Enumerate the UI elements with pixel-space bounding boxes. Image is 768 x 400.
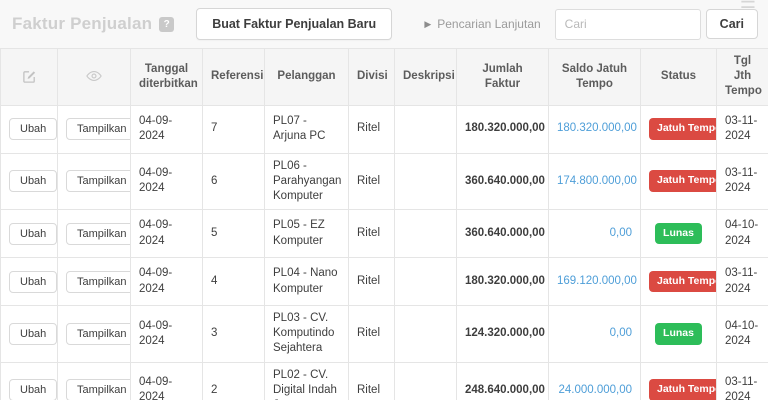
due-date-cell: 03-11-2024 bbox=[716, 104, 768, 154]
edit-row-button[interactable]: Ubah bbox=[9, 270, 57, 293]
customer-cell: PL03 - CV. Komputindo Sejahtera bbox=[264, 305, 349, 363]
edit-row-button[interactable]: Ubah bbox=[9, 379, 57, 400]
due-balance-link[interactable]: 174.800.000,00 bbox=[557, 175, 637, 187]
due-balance-link[interactable]: 0,00 bbox=[610, 227, 632, 239]
invoice-amount-cell: 360.640.000,00 bbox=[456, 209, 549, 259]
table-row: Ubah Tampilkan 04-09-2024 5 PL05 - EZ Ko… bbox=[0, 209, 768, 259]
edit-column-header bbox=[0, 48, 58, 106]
status-badge: Jatuh Tempo bbox=[649, 270, 716, 293]
description-cell bbox=[394, 257, 457, 307]
invoice-amount-cell: 180.320.000,00 bbox=[456, 257, 549, 307]
division-cell: Ritel bbox=[348, 305, 395, 363]
due-date-cell: 04-10-2024 bbox=[716, 305, 768, 363]
status-badge: Jatuh Tempo bbox=[649, 379, 716, 400]
show-row-button[interactable]: Tampilkan bbox=[66, 322, 130, 345]
issued-date-cell: 04-09-2024 bbox=[130, 152, 203, 211]
issued-date-cell: 04-09-2024 bbox=[130, 209, 203, 259]
reference-cell: 4 bbox=[202, 257, 265, 307]
reference-cell: 3 bbox=[202, 305, 265, 363]
due-balance-link[interactable]: 24.000.000,00 bbox=[558, 384, 632, 396]
table-row: Ubah Tampilkan 04-09-2024 3 PL03 - CV. K… bbox=[0, 305, 768, 363]
eye-icon bbox=[86, 70, 102, 82]
column-header-issued-date: Tanggal diterbitkan bbox=[130, 48, 203, 106]
invoice-table-body: Ubah Tampilkan 04-09-2024 7 PL07 - Arjun… bbox=[0, 104, 768, 400]
customer-cell: PL07 - Arjuna PC bbox=[264, 104, 349, 154]
caret-right-icon: ▶ bbox=[424, 18, 432, 29]
customer-cell: PL06 - Parahyangan Komputer bbox=[264, 152, 349, 211]
create-invoice-button[interactable]: Buat Faktur Penjualan Baru bbox=[196, 8, 393, 40]
customer-cell: PL02 - CV. Digital Indah Jaya bbox=[264, 361, 349, 400]
edit-icon bbox=[22, 69, 37, 84]
show-row-button[interactable]: Tampilkan bbox=[66, 270, 130, 293]
status-badge: Lunas bbox=[655, 322, 702, 345]
due-balance-link[interactable]: 169.120.000,00 bbox=[557, 275, 637, 287]
invoice-amount-cell: 248.640.000,00 bbox=[456, 361, 549, 400]
division-cell: Ritel bbox=[348, 209, 395, 259]
invoice-amount-cell: 180.320.000,00 bbox=[456, 104, 549, 154]
invoice-amount-cell: 124.320.000,00 bbox=[456, 305, 549, 363]
column-header-due-balance: Saldo Jatuh Tempo bbox=[548, 48, 641, 106]
reference-cell: 2 bbox=[202, 361, 265, 400]
table-row: Ubah Tampilkan 04-09-2024 4 PL04 - Nano … bbox=[0, 257, 768, 307]
table-row: Ubah Tampilkan 04-09-2024 7 PL07 - Arjun… bbox=[0, 104, 768, 154]
status-badge: Jatuh Tempo bbox=[649, 118, 716, 140]
column-header-customer: Pelanggan bbox=[264, 48, 349, 106]
invoice-table: Tanggal diterbitkan Referensi Pelanggan … bbox=[0, 48, 768, 400]
column-header-status: Status bbox=[640, 48, 717, 106]
column-header-description: Deskripsi bbox=[394, 48, 457, 106]
description-cell bbox=[394, 104, 457, 154]
column-header-invoice-amount: Jumlah Faktur bbox=[456, 48, 549, 106]
advanced-search-label: Pencarian Lanjutan bbox=[437, 17, 541, 31]
issued-date-cell: 04-09-2024 bbox=[130, 305, 203, 363]
reference-cell: 5 bbox=[202, 209, 265, 259]
division-cell: Ritel bbox=[348, 257, 395, 307]
issued-date-cell: 04-09-2024 bbox=[130, 257, 203, 307]
column-header-division: Divisi bbox=[348, 48, 395, 106]
topbar: Faktur Penjualan ? Buat Faktur Penjualan… bbox=[0, 0, 768, 48]
table-row: Ubah Tampilkan 04-09-2024 6 PL06 - Parah… bbox=[0, 152, 768, 211]
edit-row-button[interactable]: Ubah bbox=[9, 170, 57, 193]
search-input[interactable] bbox=[554, 8, 701, 40]
due-balance-link[interactable]: 0,00 bbox=[610, 327, 632, 339]
status-badge: Jatuh Tempo bbox=[649, 170, 716, 193]
reference-cell: 6 bbox=[202, 152, 265, 211]
division-cell: Ritel bbox=[348, 361, 395, 400]
issued-date-cell: 04-09-2024 bbox=[130, 104, 203, 154]
search-button[interactable]: Cari bbox=[705, 9, 758, 39]
division-cell: Ritel bbox=[348, 104, 395, 154]
invoice-amount-cell: 360.640.000,00 bbox=[456, 152, 549, 211]
page-title: Faktur Penjualan bbox=[12, 14, 153, 33]
division-cell: Ritel bbox=[348, 152, 395, 211]
description-cell bbox=[394, 152, 457, 211]
due-date-cell: 04-10-2024 bbox=[716, 209, 768, 259]
table-row: Ubah Tampilkan 04-09-2024 2 PL02 - CV. D… bbox=[0, 361, 768, 400]
edit-row-button[interactable]: Ubah bbox=[9, 222, 57, 245]
status-badge: Lunas bbox=[655, 222, 702, 245]
table-header-row: Tanggal diterbitkan Referensi Pelanggan … bbox=[0, 48, 768, 106]
description-cell bbox=[394, 305, 457, 363]
due-date-cell: 03-11-2024 bbox=[716, 361, 768, 400]
due-date-cell: 03-11-2024 bbox=[716, 152, 768, 211]
due-date-cell: 03-11-2024 bbox=[716, 257, 768, 307]
issued-date-cell: 04-09-2024 bbox=[130, 361, 203, 400]
customer-cell: PL04 - Nano Komputer bbox=[264, 257, 349, 307]
view-column-header bbox=[57, 48, 131, 106]
reference-cell: 7 bbox=[202, 104, 265, 154]
description-cell bbox=[394, 209, 457, 259]
show-row-button[interactable]: Tampilkan bbox=[66, 379, 130, 400]
show-row-button[interactable]: Tampilkan bbox=[66, 222, 130, 245]
column-header-reference: Referensi bbox=[202, 48, 265, 106]
show-row-button[interactable]: Tampilkan bbox=[66, 170, 130, 193]
customer-cell: PL05 - EZ Komputer bbox=[264, 209, 349, 259]
edit-row-button[interactable]: Ubah bbox=[9, 118, 57, 141]
edit-row-button[interactable]: Ubah bbox=[9, 322, 57, 345]
column-header-due-date: Tgl Jth Tempo bbox=[716, 48, 768, 106]
due-balance-link[interactable]: 180.320.000,00 bbox=[557, 122, 637, 134]
hamburger-icon[interactable]: ☰ bbox=[740, 0, 756, 11]
show-row-button[interactable]: Tampilkan bbox=[66, 118, 130, 141]
advanced-search-toggle[interactable]: ▶ Pencarian Lanjutan bbox=[424, 17, 540, 31]
help-icon[interactable]: ? bbox=[159, 16, 175, 32]
description-cell bbox=[394, 361, 457, 400]
